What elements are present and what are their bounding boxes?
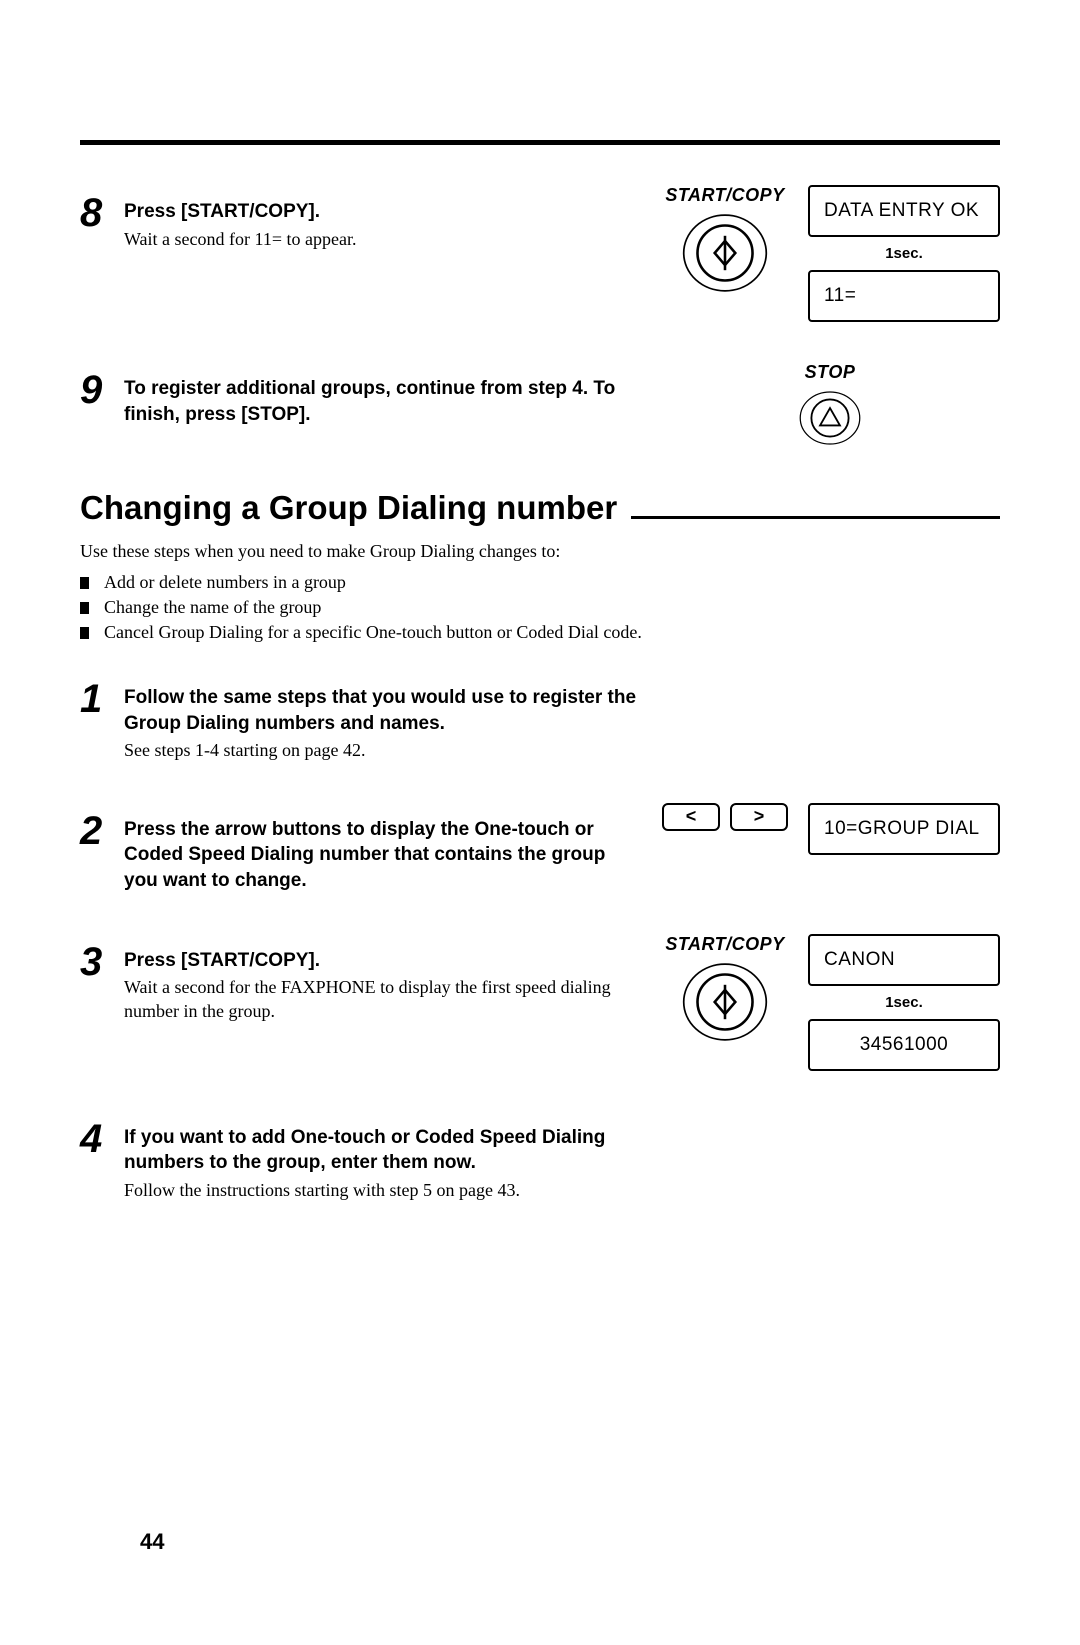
step-2: 2 Press the arrow buttons to display the… xyxy=(80,803,1000,894)
button-label: START/COPY xyxy=(665,185,784,206)
step-title: Follow the same steps that you would use… xyxy=(124,685,644,736)
button-label: START/COPY xyxy=(665,934,784,955)
heading-rule xyxy=(631,516,1000,519)
bullet-list: Add or delete numbers in a group Change … xyxy=(80,572,1000,643)
step-8: 8 Press [START/COPY]. Wait a second for … xyxy=(80,185,1000,322)
step-title: Press [START/COPY]. xyxy=(124,199,644,225)
step-title: To register additional groups, continue … xyxy=(124,376,644,427)
step-number: 2 xyxy=(80,811,124,851)
lcd-display: CANON xyxy=(808,934,1000,986)
step-title: Press [START/COPY]. xyxy=(124,948,644,974)
button-label: STOP xyxy=(805,362,856,383)
step-1: 1 Follow the same steps that you would u… xyxy=(80,671,1000,763)
start-copy-icon xyxy=(682,959,768,1045)
step-number: 1 xyxy=(80,679,124,719)
lcd-display: 34561000 xyxy=(808,1019,1000,1071)
step-body: Wait a second for the FAXPHONE to displa… xyxy=(124,975,644,1024)
step-9: 9 To register additional groups, continu… xyxy=(80,362,1000,449)
page-number: 44 xyxy=(140,1529,164,1555)
lcd-display: 10=GROUP DIAL xyxy=(808,803,1000,855)
step-3: 3 Press [START/COPY]. Wait a second for … xyxy=(80,934,1000,1071)
step-number: 8 xyxy=(80,193,124,233)
step-number: 4 xyxy=(80,1119,124,1159)
step-number: 9 xyxy=(80,370,124,410)
step-title: If you want to add One-touch or Coded Sp… xyxy=(124,1125,644,1176)
section-heading-row: Changing a Group Dialing number xyxy=(80,489,1000,527)
arrow-keys: < > xyxy=(662,803,788,831)
timing-label: 1sec. xyxy=(808,245,1000,262)
start-copy-icon xyxy=(682,210,768,296)
stop-icon xyxy=(799,387,861,449)
page-top-rule xyxy=(80,140,1000,145)
arrow-left-key: < xyxy=(662,803,720,831)
bullet-item: Add or delete numbers in a group xyxy=(80,572,1000,593)
step-title: Press the arrow buttons to display the O… xyxy=(124,817,644,894)
timing-label: 1sec. xyxy=(808,994,1000,1011)
section-heading: Changing a Group Dialing number xyxy=(80,489,617,527)
step-body: Wait a second for 11= to appear. xyxy=(124,227,644,251)
step-4: 4 If you want to add One-touch or Coded … xyxy=(80,1111,1000,1203)
step-body: See steps 1-4 starting on page 42. xyxy=(124,738,644,762)
section-intro: Use these steps when you need to make Gr… xyxy=(80,541,1000,562)
lcd-display: DATA ENTRY OK xyxy=(808,185,1000,237)
arrow-right-key: > xyxy=(730,803,788,831)
bullet-item: Change the name of the group xyxy=(80,597,1000,618)
step-number: 3 xyxy=(80,942,124,982)
step-body: Follow the instructions starting with st… xyxy=(124,1178,644,1202)
lcd-display: 11= xyxy=(808,270,1000,322)
bullet-item: Cancel Group Dialing for a specific One-… xyxy=(80,622,1000,643)
